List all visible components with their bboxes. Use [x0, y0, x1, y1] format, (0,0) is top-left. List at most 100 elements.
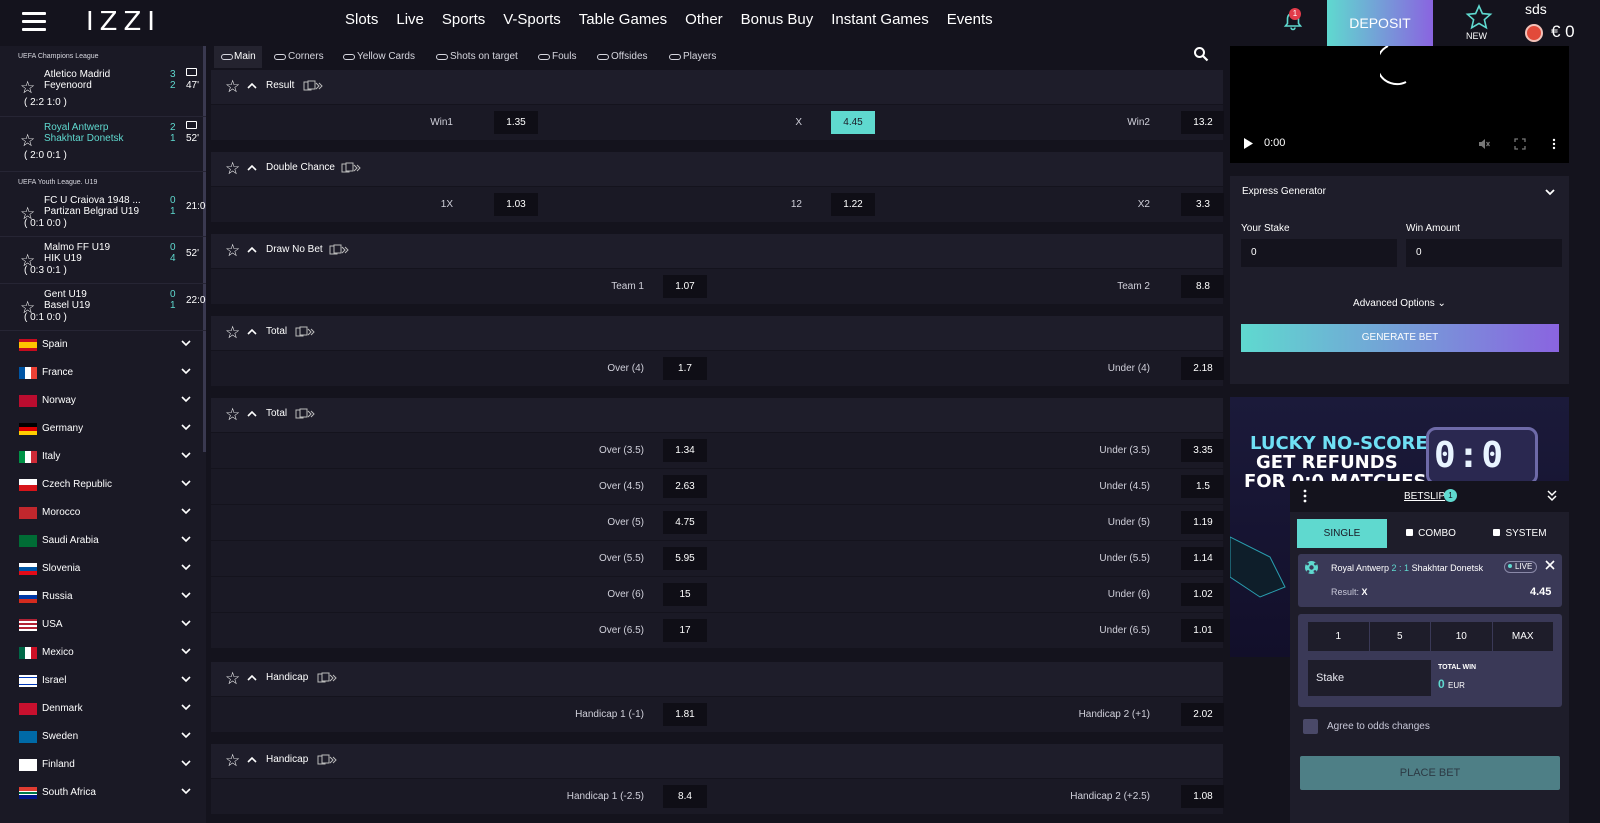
- chevron-down-icon[interactable]: [180, 757, 192, 769]
- chevron-down-icon[interactable]: [180, 365, 192, 377]
- favorite-star-icon[interactable]: ☆: [20, 131, 35, 151]
- odds-button[interactable]: 1.01: [1181, 619, 1224, 642]
- odds-button[interactable]: 8.4: [663, 785, 707, 808]
- country-item[interactable]: Norway: [0, 387, 206, 415]
- quick-stake-max[interactable]: MAX: [1493, 622, 1554, 651]
- chevron-down-icon[interactable]: [180, 477, 192, 489]
- chevron-down-icon[interactable]: [180, 589, 192, 601]
- odds-button[interactable]: 4.45: [831, 111, 875, 134]
- quick-stake-5[interactable]: 5: [1370, 622, 1431, 651]
- chevron-down-icon[interactable]: [180, 701, 192, 713]
- chevron-up-icon[interactable]: [246, 162, 258, 174]
- generate-bet-button[interactable]: GENERATE BET: [1241, 324, 1559, 352]
- deposit-button[interactable]: DEPOSIT: [1327, 0, 1433, 46]
- favorite-star-icon[interactable]: ☆: [225, 323, 240, 343]
- country-item[interactable]: Germany: [0, 415, 206, 443]
- stake-input[interactable]: 0: [1241, 239, 1397, 267]
- tab-offsides[interactable]: Offsides: [597, 46, 648, 68]
- country-item[interactable]: Morocco: [0, 499, 206, 527]
- advanced-options-toggle[interactable]: Advanced Options ⌄: [1230, 298, 1569, 309]
- tab-corners[interactable]: Corners: [274, 46, 324, 68]
- chevron-down-icon[interactable]: [180, 533, 192, 545]
- nav-events[interactable]: Events: [938, 10, 1002, 30]
- stake-input[interactable]: Stake: [1308, 660, 1431, 696]
- tab-players[interactable]: Players: [669, 46, 716, 68]
- win-amount-input[interactable]: 0: [1406, 239, 1562, 267]
- tab-yellow-cards[interactable]: Yellow Cards: [343, 46, 415, 68]
- odds-button[interactable]: 1.08: [1181, 785, 1224, 808]
- nav-slots[interactable]: Slots: [336, 10, 387, 30]
- chevron-up-icon[interactable]: [246, 326, 258, 338]
- nav-table-games[interactable]: Table Games: [570, 10, 676, 30]
- odds-button[interactable]: 1.03: [494, 193, 538, 216]
- country-item[interactable]: USA: [0, 611, 206, 639]
- chevron-up-icon[interactable]: [246, 754, 258, 766]
- betslip-title[interactable]: BETSLIP: [1404, 491, 1445, 502]
- odds-button[interactable]: 17: [663, 619, 707, 642]
- country-item[interactable]: France: [0, 359, 206, 387]
- nav-instant-games[interactable]: Instant Games: [822, 10, 938, 30]
- country-item[interactable]: Saudi Arabia: [0, 527, 206, 555]
- chevron-up-icon[interactable]: [246, 244, 258, 256]
- tab-shots-on-target[interactable]: Shots on target: [436, 46, 518, 68]
- odds-button[interactable]: 1.02: [1181, 583, 1224, 606]
- nav-sports[interactable]: Sports: [433, 10, 494, 30]
- favorite-star-icon[interactable]: ☆: [20, 78, 35, 98]
- chevron-down-icon[interactable]: [180, 673, 192, 685]
- chevron-down-icon[interactable]: [180, 645, 192, 657]
- chevron-down-icon[interactable]: [180, 561, 192, 573]
- country-item[interactable]: Russia: [0, 583, 206, 611]
- country-item[interactable]: Sweden: [0, 723, 206, 751]
- chevron-down-icon[interactable]: [180, 337, 192, 349]
- place-bet-button[interactable]: PLACE BET: [1300, 756, 1560, 790]
- country-item[interactable]: Slovenia: [0, 555, 206, 583]
- odds-button[interactable]: 1.34: [663, 439, 707, 462]
- chevron-down-icon[interactable]: [180, 421, 192, 433]
- country-item[interactable]: Spain: [0, 331, 206, 359]
- live-video-player[interactable]: 0:00: [1230, 46, 1569, 163]
- fullscreen-icon[interactable]: [1514, 138, 1526, 150]
- tab-fouls[interactable]: Fouls: [538, 46, 576, 68]
- match-item[interactable]: ☆ Atletico Madrid Feyenoord 3 2 47' ( 2:…: [0, 64, 206, 117]
- odds-button[interactable]: 8.8: [1181, 275, 1224, 298]
- chevron-down-icon[interactable]: [180, 785, 192, 797]
- odds-button[interactable]: 1.07: [663, 275, 707, 298]
- odds-button[interactable]: 3.3: [1181, 193, 1224, 216]
- odds-button[interactable]: 1.7: [663, 357, 707, 380]
- chevron-down-icon[interactable]: [1544, 186, 1556, 198]
- more-vertical-icon[interactable]: [1303, 489, 1307, 503]
- odds-button[interactable]: 1.19: [1181, 511, 1224, 534]
- close-icon[interactable]: [1544, 559, 1556, 571]
- tab-system[interactable]: SYSTEM: [1475, 519, 1565, 548]
- search-icon[interactable]: [1193, 46, 1209, 62]
- favorite-star-icon[interactable]: ☆: [225, 669, 240, 689]
- favorite-star-icon[interactable]: ☆: [225, 241, 240, 261]
- username[interactable]: sds: [1525, 1, 1547, 17]
- odds-button[interactable]: 1.35: [494, 111, 538, 134]
- balance[interactable]: € 0: [1551, 22, 1575, 42]
- country-item[interactable]: Denmark: [0, 695, 206, 723]
- odds-button[interactable]: 3.35: [1181, 439, 1224, 462]
- quick-stake-1[interactable]: 1: [1308, 622, 1370, 651]
- double-chevron-down-icon[interactable]: [1546, 489, 1558, 503]
- chevron-down-icon[interactable]: [180, 393, 192, 405]
- odds-button[interactable]: 13.2: [1181, 111, 1224, 134]
- country-item[interactable]: Mexico: [0, 639, 206, 667]
- country-item[interactable]: Czech Republic: [0, 471, 206, 499]
- match-item[interactable]: ☆ Gent U19 Basel U19 0 1 22:00 ( 0:1 0:0…: [0, 284, 206, 331]
- odds-button[interactable]: 1.81: [663, 703, 707, 726]
- chevron-down-icon[interactable]: [180, 617, 192, 629]
- odds-button[interactable]: 4.75: [663, 511, 707, 534]
- match-item[interactable]: ☆ Malmo FF U19 HIK U19 0 4 52' ( 0:3 0:1…: [0, 237, 206, 284]
- chevron-down-icon[interactable]: [180, 449, 192, 461]
- new-label[interactable]: NEW: [1466, 31, 1487, 41]
- more-vertical-icon[interactable]: [1548, 138, 1560, 150]
- play-icon[interactable]: [1244, 138, 1253, 149]
- tab-combo[interactable]: COMBO: [1386, 519, 1476, 548]
- odds-button[interactable]: 15: [663, 583, 707, 606]
- favorite-star-icon[interactable]: ☆: [225, 405, 240, 425]
- nav-other[interactable]: Other: [676, 10, 732, 30]
- match-item[interactable]: ☆ FC U Craiova 1948 ... Partizan Belgrad…: [0, 190, 206, 237]
- star-icon[interactable]: [1465, 4, 1493, 30]
- mute-icon[interactable]: [1478, 138, 1490, 150]
